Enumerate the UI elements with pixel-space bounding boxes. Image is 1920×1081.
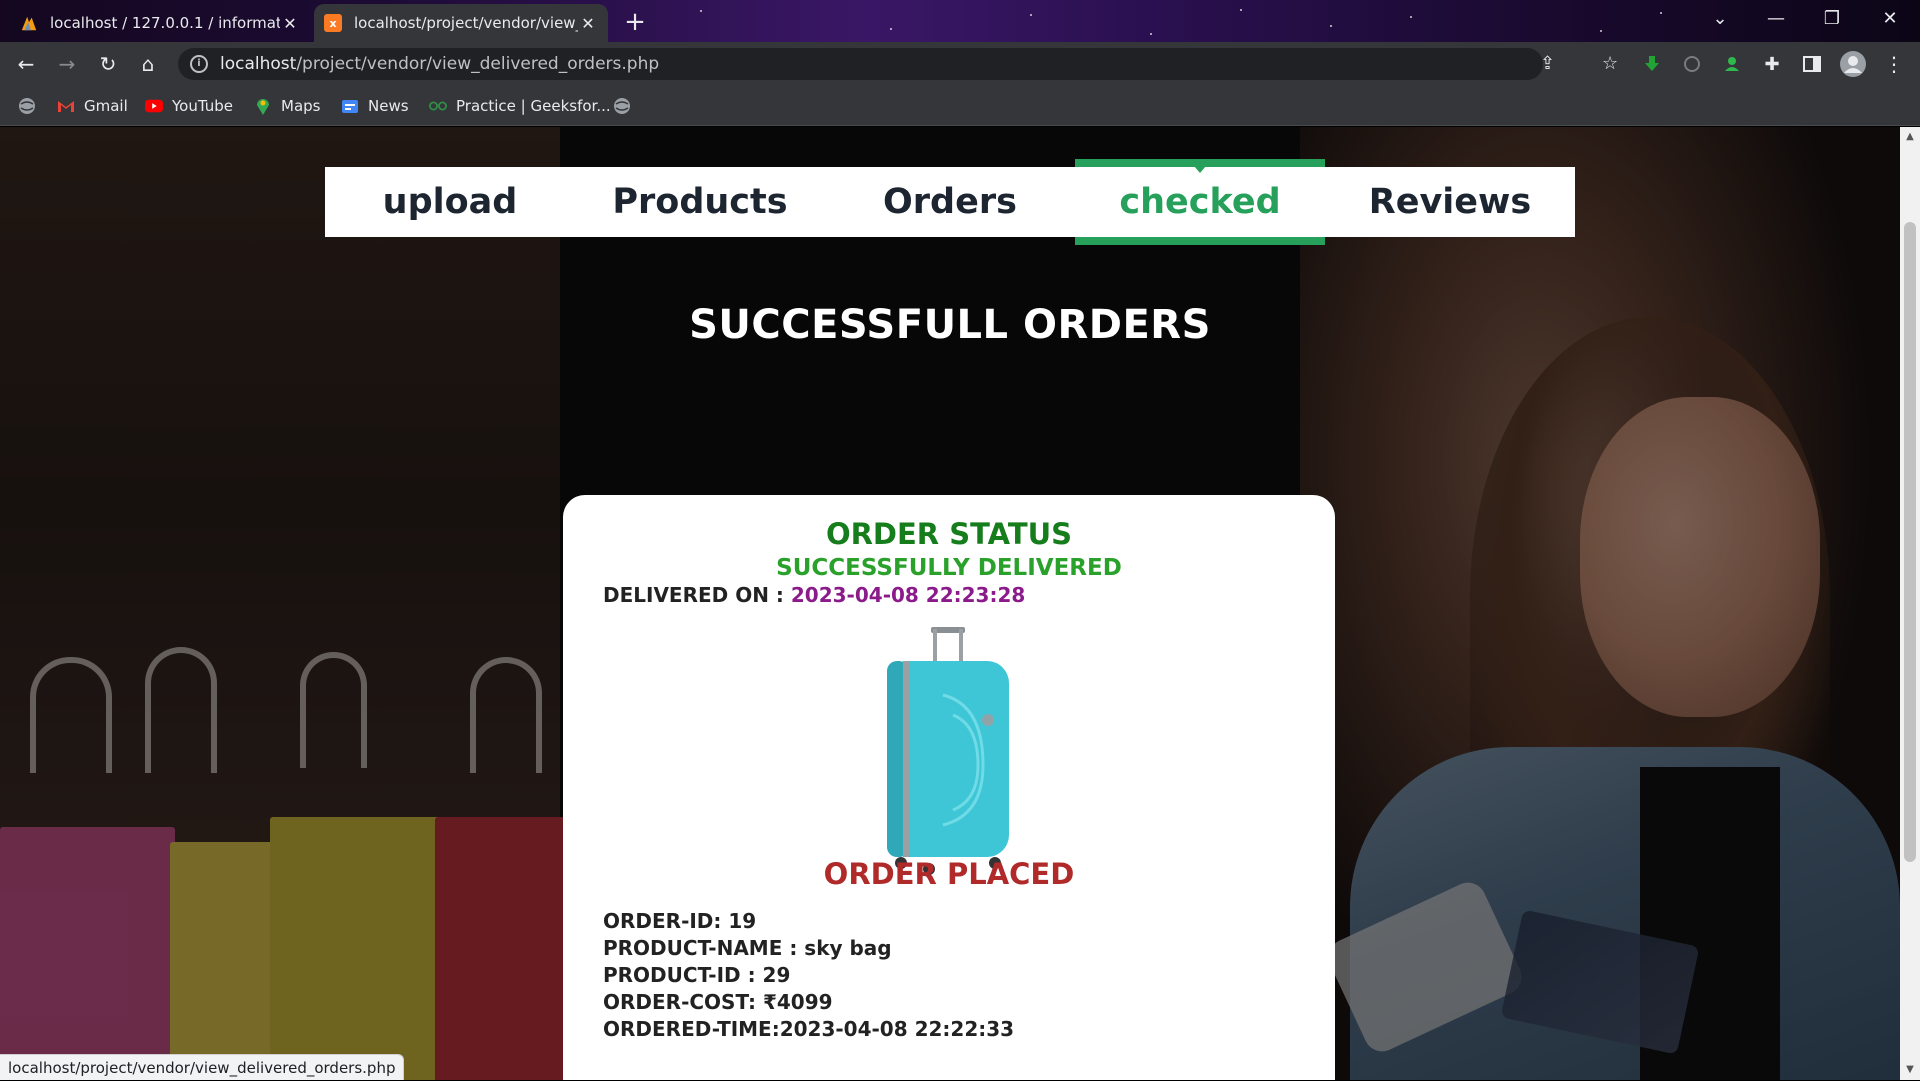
extensions-puzzle-icon[interactable]: ✚ [1758,50,1786,78]
order-status-value: SUCCESSFULLY DELIVERED [776,555,1122,581]
minimize-icon[interactable]: — [1748,0,1804,40]
link-status-bar: localhost/project/vendor/view_delivered_… [0,1054,405,1080]
bookmark-globe-2[interactable] [613,94,640,118]
reload-icon[interactable]: ↻ [94,50,122,78]
share-icon[interactable]: ⇪ [1540,48,1555,80]
home-icon[interactable]: ⌂ [134,50,162,78]
bookmark-news[interactable]: News [341,94,409,118]
bookmark-star-icon[interactable]: ☆ [1602,48,1618,80]
bookmark-label: Gmail [84,97,128,115]
scrollbar-thumb[interactable] [1904,222,1916,862]
download-extension-icon[interactable] [1638,50,1666,78]
svg-text:x: x [329,17,336,30]
geeksforgeeks-icon [429,97,447,115]
order-status-title: ORDER STATUS [825,517,1073,551]
bookmark-gmail[interactable]: Gmail [57,94,128,118]
active-caret-icon [1194,166,1206,173]
order-id: ORDER-ID: 19 [603,909,757,933]
site-info-icon[interactable]: i [190,55,208,73]
tab-phpmyadmin[interactable]: localhost / 127.0.0.1 / information ✕ [10,4,310,42]
bookmark-label: YouTube [172,97,233,115]
scroll-down-icon[interactable]: ▼ [1900,1062,1920,1078]
maps-icon [254,97,272,115]
close-tab-icon[interactable]: ✕ [578,14,598,33]
xampp-icon: x [324,14,342,32]
restore-icon[interactable]: ❐ [1804,0,1860,40]
phpmyadmin-icon [20,14,38,32]
close-window-icon[interactable]: ✕ [1862,0,1918,40]
gmail-icon [57,97,75,115]
bookmark-geeksforgeeks[interactable]: Practice | Geeksfor... [429,94,611,118]
nav-checked[interactable]: checked [1075,159,1325,245]
product-image-suitcase [887,627,1009,875]
globe-icon [18,97,36,115]
browser-toolbar: ← → ↻ ⌂ i localhost/project/vendor/view_… [0,42,1920,86]
tab-view-delivered-orders[interactable]: x localhost/project/vendor/view_delivere… [314,4,608,42]
scroll-up-icon[interactable]: ▲ [1900,129,1920,145]
nav-checked-label: checked [1119,182,1281,222]
recycle-extension-icon[interactable] [1678,50,1706,78]
bookmark-youtube[interactable]: YouTube [145,94,233,118]
address-url[interactable]: localhost/project/vendor/view_delivered_… [220,54,659,74]
new-tab-button[interactable]: + [620,8,650,38]
product-id: PRODUCT-ID : 29 [603,963,791,987]
nav-products[interactable]: Products [575,167,825,237]
nav-orders[interactable]: Orders [825,167,1075,237]
delivered-on-label: DELIVERED ON : [603,583,791,607]
product-name: PRODUCT-NAME : sky bag [603,936,892,960]
order-cost: ORDER-COST: ₹4099 [603,990,833,1014]
menu-kebab-icon[interactable]: ⋮ [1880,50,1908,78]
delivered-on-line: DELIVERED ON : 2023-04-08 22:23:28 [603,583,1025,607]
back-arrow-icon[interactable]: ← [12,50,40,78]
bookmarks-bar: Gmail YouTube Maps News Practice | Geeks… [0,86,1920,126]
bookmark-label: Practice | Geeksfor... [456,97,611,115]
bookmark-maps[interactable]: Maps [254,94,320,118]
tab-title: localhost / 127.0.0.1 / information [50,14,280,32]
vendor-navbar: upload Products Orders checked Reviews [325,159,1575,245]
close-tab-icon[interactable]: ✕ [280,14,300,33]
browser-titlebar: localhost / 127.0.0.1 / information ✕ x … [0,0,1920,42]
bookmark-label: News [368,97,409,115]
nav-reviews[interactable]: Reviews [1325,167,1575,237]
youtube-icon [145,97,163,115]
news-icon [341,97,359,115]
bookmark-label: Maps [281,97,321,115]
order-card: ORDER STATUS SUCCESSFULLY DELIVERED DELI… [563,495,1335,1080]
page-viewport: upload Products Orders checked Reviews S… [0,127,1900,1080]
forward-arrow-icon[interactable]: → [53,50,81,78]
page-scrollbar[interactable]: ▲ ▼ [1900,127,1920,1080]
nav-upload[interactable]: upload [325,167,575,237]
address-bar[interactable]: i localhost/project/vendor/view_delivere… [178,48,1618,80]
order-placed-title: ORDER PLACED [823,857,1075,891]
side-panel-icon[interactable] [1798,50,1826,78]
profile-avatar[interactable] [1839,50,1867,78]
tab-search-icon[interactable]: ⌄ [1692,0,1748,40]
bookmark-globe-1[interactable] [18,94,45,118]
green-extension-icon[interactable] [1718,50,1746,78]
ordered-time: ORDERED-TIME:2023-04-08 22:22:33 [603,1017,1015,1041]
page-title: SUCCESSFULL ORDERS [689,302,1211,348]
delivered-on-value: 2023-04-08 22:23:28 [790,583,1026,607]
tab-title: localhost/project/vendor/view_delivered_… [354,14,578,32]
globe-icon [613,97,631,115]
